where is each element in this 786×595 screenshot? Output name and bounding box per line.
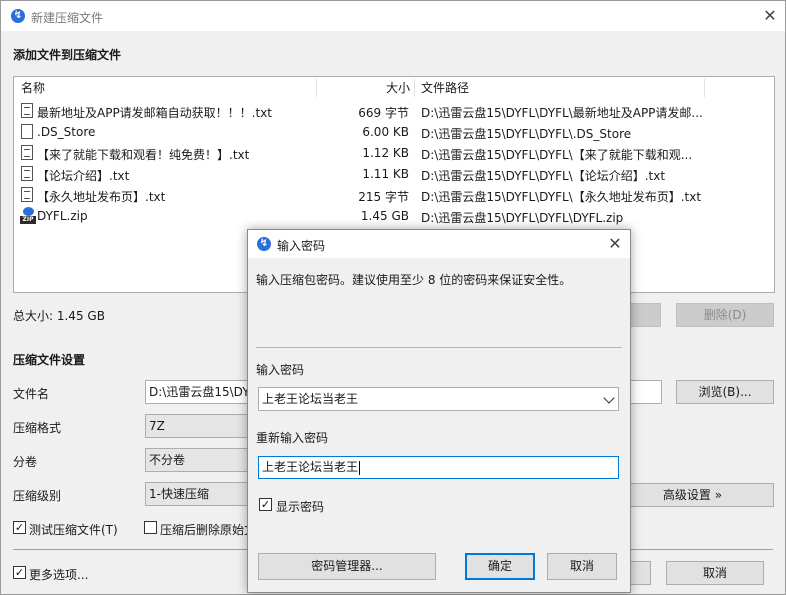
column-divider[interactable] [316,79,317,97]
chevron-down-icon[interactable] [603,392,615,404]
file-size: 6.00 KB [362,125,409,139]
password-value: 上老王论坛当老王 [262,392,359,406]
file-path: D:\迅雷云盘15\DYFL\DYFL\DYFL.zip [421,211,624,225]
file-name: 最新地址及APP请发邮箱自动获取！！！.txt [37,106,273,120]
filename-label: 文件名 [13,387,50,401]
show-password-checkbox[interactable]: ✓ [259,498,272,511]
browse-button[interactable]: 浏览(B)... [676,380,774,404]
column-divider[interactable] [414,79,415,97]
file-name: .DS_Store [37,125,96,139]
table-row[interactable]: 【论坛介绍】.txt 1.11 KB D:\迅雷云盘15\DYFL\DYFL\【… [14,164,774,185]
column-header-name[interactable]: 名称 [21,77,45,99]
table-row[interactable]: .DS_Store 6.00 KB D:\迅雷云盘15\DYFL\DYFL\.D… [14,122,774,143]
file-size: 215 字节 [358,190,409,204]
password-label: 输入密码 [256,363,305,377]
file-path: D:\迅雷云盘15\DYFL\DYFL\【来了就能下载和观... [421,148,693,162]
title-bar: ↯ 新建压缩文件 ✕ [1,1,785,31]
file-name: 【永久地址发布页】.txt [37,190,166,204]
table-row[interactable]: 【来了就能下载和观看！纯免费！】.txt 1.12 KB D:\迅雷云盘15\D… [14,143,774,164]
dialog-description: 输入压缩包密码。建议使用至少 8 位的密码来保证安全性。 [256,273,572,287]
split-label: 分卷 [13,455,38,469]
close-icon[interactable]: ✕ [763,8,777,24]
close-icon[interactable]: ✕ [608,236,622,252]
txt-file-icon [21,103,33,118]
divider [256,347,622,348]
window-title: 新建压缩文件 [31,11,104,25]
table-row[interactable]: ZIP DYFL.zip 1.45 GB D:\迅雷云盘15\DYFL\DYFL… [14,206,774,227]
test-archive-label: 测试压缩文件(T) [29,523,118,537]
file-path: D:\迅雷云盘15\DYFL\DYFL\【永久地址发布页】.txt [421,190,702,204]
file-name: 【来了就能下载和观看！纯免费！】.txt [37,148,250,162]
dialog-title: 输入密码 [277,239,326,253]
reenter-password-field[interactable]: 上老王论坛当老王 [258,456,619,479]
more-options-checkbox[interactable]: ✓ [13,566,26,579]
delete-button[interactable]: 删除(D) [676,303,774,327]
column-divider[interactable] [704,79,705,97]
add-files-section-title: 添加文件到压缩文件 [13,48,122,62]
file-icon [21,124,33,139]
reenter-password-value: 上老王论坛当老王 [262,460,359,474]
column-header-path[interactable]: 文件路径 [421,77,469,99]
settings-section-title: 压缩文件设置 [13,353,86,367]
file-size: 1.12 KB [362,146,409,160]
reenter-password-label: 重新输入密码 [256,431,329,445]
file-path: D:\迅雷云盘15\DYFL\DYFL\.DS_Store [421,127,632,141]
description-area: 输入压缩包密码。建议使用至少 8 位的密码来保证安全性。 [248,258,630,340]
column-header-size[interactable]: 大小 [386,77,410,99]
file-size: 669 字节 [358,106,409,120]
text-caret [359,460,361,475]
total-size-label: 总大小: 1.45 GB [13,309,105,323]
txt-file-icon [21,145,33,160]
file-path: D:\迅雷云盘15\DYFL\DYFL\【论坛介绍】.txt [421,169,666,183]
ok-button[interactable]: 确定 [465,553,535,580]
password-dialog: ↯ 输入密码 ✕ 输入压缩包密码。建议使用至少 8 位的密码来保证安全性。 输入… [247,229,631,593]
advanced-settings-button[interactable]: 高级设置 » [611,483,774,507]
split-select[interactable]: 不分卷 [145,448,255,472]
zip-file-icon: ZIP [20,207,36,224]
dialog-title-bar: ↯ 输入密码 ✕ [248,230,630,258]
file-name: 【论坛介绍】.txt [37,169,130,183]
cancel-button[interactable]: 取消 [666,561,764,585]
dialog-cancel-button[interactable]: 取消 [547,553,617,580]
file-name: DYFL.zip [37,209,88,223]
password-combo[interactable]: 上老王论坛当老王 [258,387,619,411]
more-options-label: 更多选项... [29,568,89,582]
file-path: D:\迅雷云盘15\DYFL\DYFL\最新地址及APP请发邮... [421,106,703,120]
file-size: 1.45 GB [360,209,409,223]
txt-file-icon [21,166,33,181]
table-row[interactable]: 【永久地址发布页】.txt 215 字节 D:\迅雷云盘15\DYFL\DYFL… [14,185,774,206]
file-size: 1.11 KB [362,167,409,181]
txt-file-icon [21,187,33,202]
app-logo-icon: ↯ [257,237,271,251]
app-logo-icon: ↯ [11,9,25,23]
show-password-label: 显示密码 [276,500,325,514]
table-row[interactable]: 最新地址及APP请发邮箱自动获取！！！.txt 669 字节 D:\迅雷云盘15… [14,101,774,122]
delete-after-checkbox[interactable] [144,521,157,534]
format-label: 压缩格式 [13,421,62,435]
test-archive-checkbox[interactable]: ✓ [13,521,26,534]
delete-after-label: 压缩后删除原始文 [160,523,250,537]
level-label: 压缩级别 [13,489,62,503]
password-manager-button[interactable]: 密码管理器... [258,553,436,580]
format-select[interactable]: 7Z [145,414,255,438]
level-select[interactable]: 1-快速压缩 [145,482,255,506]
